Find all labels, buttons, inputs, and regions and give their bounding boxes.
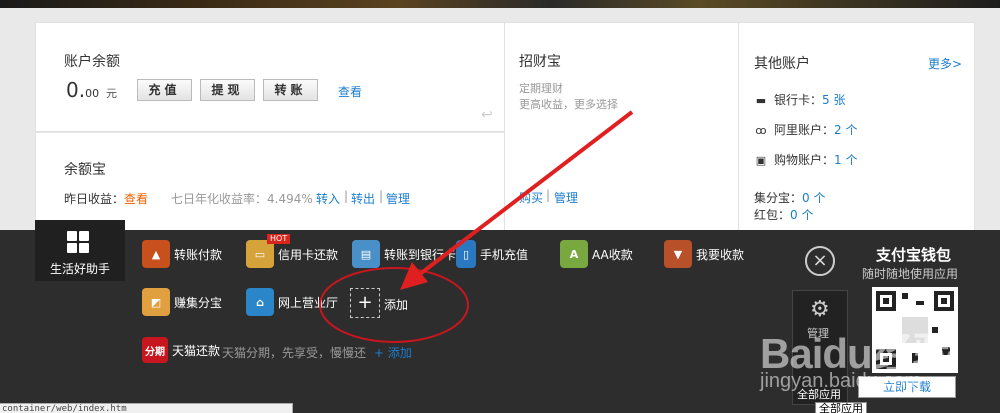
browser-status-bar: container/web/index.htm (0, 403, 293, 413)
all-apps-tooltip: 全部应用 (815, 402, 867, 413)
annotation-arrow-head (400, 262, 428, 290)
wallet-subtitle: 随时随地使用应用 (862, 267, 959, 281)
close-button[interactable]: × (805, 246, 835, 276)
wallet-title: 支付宝钱包 (876, 246, 952, 264)
annotation-arrow-line (418, 110, 634, 276)
baidu-watermark-url: jingyan.baidu.com (760, 370, 922, 392)
gear-icon: ⚙ (810, 297, 830, 322)
annotation-ellipse (319, 267, 469, 343)
